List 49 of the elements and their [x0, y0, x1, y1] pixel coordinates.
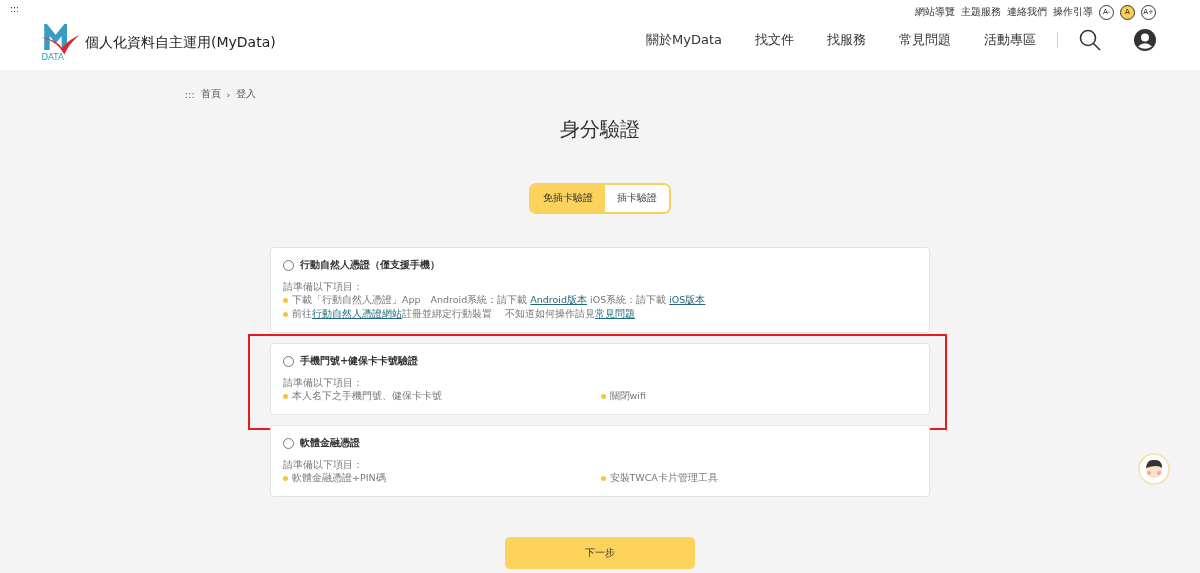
radio-button[interactable] [283, 437, 294, 449]
option-title: 軟體金融憑證 [300, 436, 360, 450]
option-intro: 請準備以下項目： [283, 459, 364, 472]
link[interactable]: iOS版本 [669, 294, 706, 305]
search-icon[interactable] [1079, 29, 1101, 51]
requirement-text: 安裝TWCA卡片管理工具 [609, 472, 718, 485]
option-card[interactable]: 手機門號+健保卡卡號驗證 請準備以下項目： 本人名下之手機門號、健保卡卡號 關閉wifi [270, 343, 930, 415]
utility-link[interactable]: 操作引導 [1053, 5, 1093, 19]
requirement-text: 前往行動自然人憑證網站註冊並綁定行動裝置 不知道如何操作請見常見問題 [292, 308, 636, 321]
utility-link[interactable]: 主題服務 [961, 5, 1001, 19]
user-icon[interactable] [1134, 29, 1156, 51]
nav-link[interactable]: 常見問題 [899, 31, 951, 49]
bullet-icon [600, 394, 606, 399]
requirement-text: 下載「行動自然人憑證」App Android系統：請下載 Android版本 iOS系統：請下載 iOS版本 [292, 294, 706, 307]
nav-link[interactable]: 關於MyData [646, 31, 722, 49]
bullet-icon [283, 394, 288, 399]
nav-link[interactable]: 活動專區 [984, 31, 1036, 49]
utility-link[interactable]: 網站導覽 [915, 5, 955, 19]
bullet-icon [283, 298, 288, 303]
link[interactable]: 常見問題 [595, 308, 636, 319]
link[interactable]: 行動自然人憑證網站 [312, 308, 402, 319]
requirement-text: 本人名下之手機門號、健保卡卡號 [292, 390, 442, 403]
breadcrumb-separator: › [226, 89, 231, 100]
requirement-text: 軟體金融憑證+PIN碼 [292, 472, 386, 485]
option-title: 手機門號+健保卡卡號驗證 [300, 354, 419, 368]
nav-link[interactable]: 找文件 [755, 31, 794, 49]
breadcrumb-item: 登入 [236, 88, 257, 101]
requirement-text: 關閉wifi [609, 390, 646, 403]
utility-link[interactable]: 連絡我們 [1007, 5, 1047, 19]
site-title[interactable]: 個人化資料自主運用(MyData) [85, 33, 276, 52]
breadcrumb-item[interactable]: 首頁 [200, 88, 221, 101]
bullet-icon [283, 476, 288, 481]
skip-link[interactable]: ::: [10, 4, 20, 14]
option-card[interactable]: 軟體金融憑證 請準備以下項目： 軟體金融憑證+PIN碼 安裝TWCA卡片管理工具 [270, 425, 930, 497]
bullet-icon [283, 312, 288, 317]
option-title: 行動自然人憑證（僅支援手機） [300, 258, 440, 272]
radio-button[interactable] [283, 355, 294, 367]
mascot-icon[interactable] [1138, 453, 1170, 485]
option-card[interactable]: 行動自然人憑證（僅支援手機） 請準備以下項目： 下載「行動自然人憑證」App Android系統：請下載 Android版本 iOS系統：請下載 iOS版本 前往行動自然人憑證網站註冊並綁定行動裝置 不知道如何操作請見常見問題 [270, 247, 930, 333]
option-intro: 請準備以下項目： [283, 377, 364, 390]
breadcrumb-marker: ::: [185, 89, 195, 100]
radio-button[interactable] [283, 259, 294, 271]
tab[interactable]: 免插卡驗證 [531, 185, 605, 212]
page-title: 身分驗證 [560, 116, 640, 143]
next-button[interactable]: 下一步 [505, 537, 695, 569]
nav-link[interactable]: 找服務 [827, 31, 866, 49]
link[interactable]: Android版本 [530, 294, 588, 305]
bullet-icon [600, 476, 606, 481]
option-intro: 請準備以下項目： [283, 281, 364, 294]
